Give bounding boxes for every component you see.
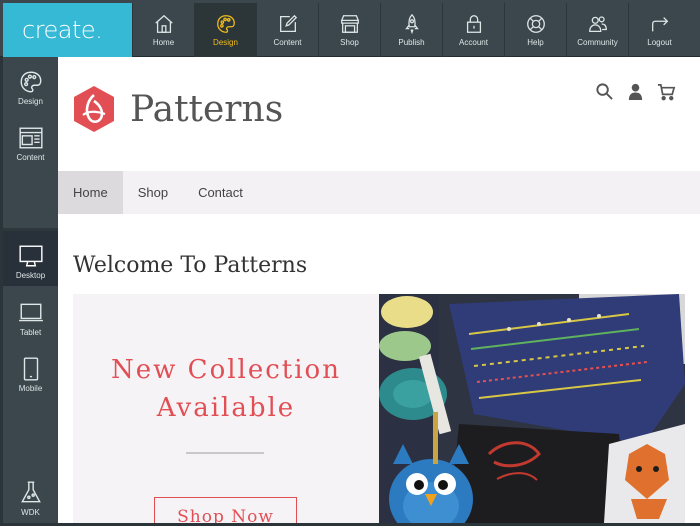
site-brand[interactable]: Patterns xyxy=(72,85,283,133)
site-tools xyxy=(595,82,676,101)
nav-publish[interactable]: Publish xyxy=(380,3,442,57)
create-logo[interactable]: create. xyxy=(3,3,132,57)
site-nav-shop[interactable]: Shop xyxy=(123,171,183,214)
hero-title-line1: New Collection xyxy=(111,355,341,385)
search-icon[interactable] xyxy=(595,82,614,101)
sidebar-item-desktop[interactable]: Desktop xyxy=(3,231,58,286)
palette-icon xyxy=(20,71,41,93)
nav-home[interactable]: Home xyxy=(132,3,194,57)
hero-image xyxy=(379,294,685,523)
people-icon xyxy=(588,16,607,32)
nav-account[interactable]: Account xyxy=(442,3,504,57)
edit-icon xyxy=(279,14,297,32)
sidebar-item-label: Tablet xyxy=(19,328,42,337)
sidebar-item-label: Mobile xyxy=(18,384,43,393)
nav-account-label: Account xyxy=(459,38,488,47)
shop-icon xyxy=(340,15,359,33)
site-nav-contact[interactable]: Contact xyxy=(183,171,258,214)
layout-icon xyxy=(18,127,43,149)
nav-community[interactable]: Community xyxy=(566,3,628,57)
top-toolbar: create. Home Design Content Shop Publish… xyxy=(0,0,700,57)
lock-icon xyxy=(466,15,481,33)
nav-logout[interactable]: Logout xyxy=(628,3,690,57)
brand-logo-icon xyxy=(74,86,114,132)
welcome-heading: Welcome To Patterns xyxy=(73,253,308,278)
nav-home-label: Home xyxy=(152,38,175,47)
nav-content[interactable]: Content xyxy=(256,3,318,57)
sidebar-item-content[interactable]: Content xyxy=(3,113,58,168)
tablet-icon xyxy=(18,303,43,322)
cart-icon[interactable] xyxy=(657,82,676,101)
nav-shop-label: Shop xyxy=(340,38,359,47)
logout-icon xyxy=(651,17,668,32)
home-icon xyxy=(154,14,173,33)
sidebar-item-label: Content xyxy=(16,153,45,162)
nav-content-label: Content xyxy=(273,38,302,47)
sidebar-item-tablet[interactable]: Tablet xyxy=(3,288,58,343)
hero-banner: New Collection Available Shop Now xyxy=(73,294,379,523)
sidebar-item-design[interactable]: Design xyxy=(3,57,58,112)
shop-now-button[interactable]: Shop Now xyxy=(154,497,297,523)
nav-design[interactable]: Design xyxy=(194,3,256,57)
top-nav: Home Design Content Shop Publish Account… xyxy=(132,3,690,57)
nav-help-label: Help xyxy=(527,38,544,47)
nav-help[interactable]: Help xyxy=(504,3,566,57)
site-preview: Patterns Home Shop Contact Welcome To Pa… xyxy=(58,57,700,523)
palette-icon xyxy=(216,15,235,33)
lifebuoy-icon xyxy=(526,15,545,33)
site-title: Patterns xyxy=(130,88,284,130)
rocket-icon xyxy=(404,13,419,35)
sidebar-item-label: Design xyxy=(18,97,43,106)
embroidery-photo xyxy=(379,294,685,523)
nav-shop[interactable]: Shop xyxy=(318,3,380,57)
sidebar-item-label: Desktop xyxy=(15,271,46,280)
nav-publish-label: Publish xyxy=(398,38,425,47)
site-navigation: Home Shop Contact xyxy=(58,171,700,214)
nav-community-label: Community xyxy=(577,38,618,47)
desktop-icon xyxy=(18,245,43,267)
sidebar-item-wdk[interactable]: WDK xyxy=(3,468,58,523)
mobile-icon xyxy=(23,357,38,381)
hero-divider xyxy=(186,452,264,454)
sidebar-item-mobile[interactable]: Mobile xyxy=(3,344,58,399)
hero-title-line2: Available xyxy=(156,393,296,423)
left-sidebar: Design Content Desktop Tablet Mobile WDK xyxy=(3,57,58,523)
flask-icon xyxy=(20,481,41,503)
logo-text: create. xyxy=(22,16,103,44)
site-nav-home[interactable]: Home xyxy=(58,171,123,214)
sidebar-item-label: WDK xyxy=(21,508,40,517)
hero-title: New Collection Available xyxy=(73,351,379,427)
nav-logout-label: Logout xyxy=(647,38,672,47)
nav-design-label: Design xyxy=(213,38,238,47)
user-icon[interactable] xyxy=(626,82,645,101)
